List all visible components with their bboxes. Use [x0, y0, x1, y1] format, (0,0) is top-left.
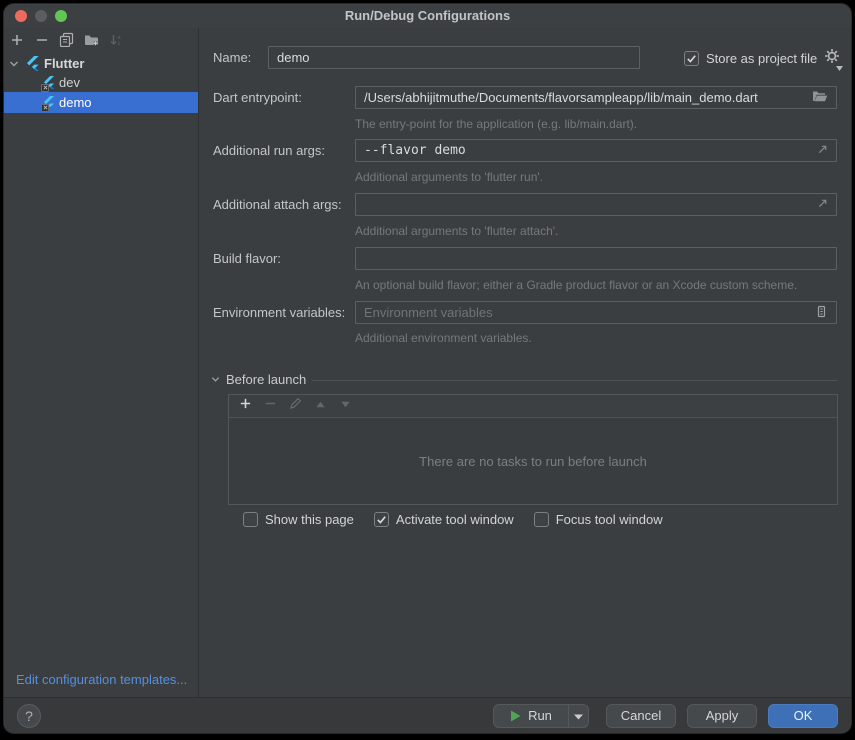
- sort-configurations-button[interactable]: az: [104, 32, 129, 52]
- attach-args-input[interactable]: [355, 193, 837, 216]
- before-launch-toolbar: [229, 395, 837, 418]
- before-launch-title: Before launch: [226, 372, 306, 387]
- ok-button[interactable]: OK: [768, 704, 838, 728]
- section-divider: [312, 380, 838, 381]
- copy-configuration-button[interactable]: [54, 32, 79, 52]
- run-button[interactable]: Run: [494, 705, 568, 727]
- store-as-project-file-label: Store as project file: [706, 51, 817, 66]
- sidebar-toolbar: az: [4, 31, 198, 53]
- add-configuration-button[interactable]: [4, 32, 29, 52]
- svg-text:z: z: [118, 41, 121, 47]
- apply-button[interactable]: Apply: [687, 704, 757, 728]
- expand-arrow-icon: [817, 143, 828, 158]
- cancel-button[interactable]: Cancel: [606, 704, 676, 728]
- dart-entrypoint-input[interactable]: /Users/abhijitmuthe/Documents/flavorsamp…: [355, 86, 837, 109]
- triangle-down-icon: [340, 397, 351, 415]
- dropdown-caret-icon: [574, 707, 583, 725]
- add-task-button[interactable]: [233, 396, 258, 416]
- triangle-up-icon: [315, 397, 326, 415]
- run-debug-configurations-dialog: Run/Debug Configurations az: [4, 4, 851, 733]
- help-button[interactable]: ?: [17, 704, 41, 728]
- chevron-down-icon[interactable]: [4, 59, 24, 69]
- show-this-page-label: Show this page: [265, 512, 354, 527]
- configurations-sidebar: az Flutter dev: [4, 28, 199, 697]
- focus-tool-window-label: Focus tool window: [556, 512, 663, 527]
- copy-icon: [59, 32, 74, 52]
- new-folder-icon: [84, 33, 100, 52]
- run-args-label: Additional run args:: [213, 143, 325, 158]
- build-flavor-label: Build flavor:: [213, 251, 281, 266]
- edit-env-vars-button[interactable]: [815, 305, 828, 321]
- sort-az-icon: az: [109, 33, 124, 52]
- tree-node-flutter[interactable]: Flutter: [4, 54, 198, 73]
- show-this-page-checkbox[interactable]: Show this page: [243, 512, 354, 527]
- dialog-footer: ? Run Cancel Apply OK: [4, 697, 851, 733]
- activate-tool-window-label: Activate tool window: [396, 512, 514, 527]
- run-options-dropdown-button[interactable]: [568, 705, 588, 727]
- remove-task-button[interactable]: [258, 396, 283, 416]
- question-mark-icon: ?: [25, 708, 33, 724]
- flutter-config-icon: [43, 96, 57, 110]
- env-vars-input[interactable]: Environment variables: [355, 301, 837, 324]
- run-button-label: Run: [528, 708, 552, 723]
- window-title: Run/Debug Configurations: [4, 8, 851, 23]
- flutter-config-icon: [43, 76, 57, 90]
- plus-icon: [10, 33, 24, 52]
- config-file-badge-icon: [41, 104, 49, 112]
- before-launch-empty-text: There are no tasks to run before launch: [229, 418, 837, 504]
- pencil-icon: [289, 397, 302, 415]
- run-args-help: Additional arguments to 'flutter run'.: [355, 170, 543, 184]
- config-file-badge-icon: [41, 84, 49, 92]
- minus-icon: [264, 397, 277, 415]
- tree-node-dev[interactable]: dev: [4, 73, 198, 92]
- tree-node-demo[interactable]: demo: [4, 92, 198, 113]
- play-icon: [510, 710, 521, 722]
- attach-args-help: Additional arguments to 'flutter attach'…: [355, 224, 558, 238]
- remove-configuration-button[interactable]: [29, 32, 54, 52]
- plus-icon: [239, 397, 252, 415]
- tree-node-label: demo: [59, 95, 92, 110]
- chevron-down-icon: [211, 375, 220, 384]
- expand-arrow-icon: [817, 197, 828, 212]
- dart-entrypoint-help: The entry-point for the application (e.g…: [355, 117, 637, 131]
- expand-field-button[interactable]: [817, 143, 828, 158]
- dart-entrypoint-label: Dart entrypoint:: [213, 90, 302, 105]
- env-vars-label: Environment variables:: [213, 305, 345, 320]
- build-flavor-input[interactable]: [355, 247, 837, 270]
- store-as-project-file-checkbox[interactable]: Store as project file: [684, 51, 817, 66]
- name-label: Name:: [213, 50, 251, 65]
- run-args-value: --flavor demo: [364, 143, 811, 158]
- name-input[interactable]: demo: [268, 46, 640, 69]
- env-vars-help: Additional environment variables.: [355, 331, 532, 345]
- browse-folder-button[interactable]: [812, 90, 828, 106]
- attach-args-label: Additional attach args:: [213, 197, 342, 212]
- edit-task-button[interactable]: [283, 396, 308, 416]
- flutter-logo-icon: [24, 56, 44, 71]
- before-launch-section-header[interactable]: Before launch: [211, 372, 306, 387]
- configuration-form: Name: demo Store as project file Dart en…: [200, 28, 851, 697]
- configurations-tree: Flutter dev demo: [4, 54, 198, 113]
- run-args-input[interactable]: --flavor demo: [355, 139, 837, 162]
- expand-field-button[interactable]: [817, 197, 828, 212]
- tree-node-label: Flutter: [44, 56, 84, 71]
- before-launch-tasks-panel: There are no tasks to run before launch: [228, 394, 838, 505]
- tree-node-label: dev: [59, 75, 80, 90]
- edit-configuration-templates-link[interactable]: Edit configuration templates...: [16, 672, 187, 687]
- focus-tool-window-checkbox[interactable]: Focus tool window: [534, 512, 663, 527]
- new-folder-button[interactable]: [79, 32, 104, 52]
- dropdown-caret-icon: [836, 66, 843, 71]
- run-split-button: Run: [493, 704, 589, 728]
- variables-list-icon: [815, 305, 828, 321]
- project-file-settings-button[interactable]: [824, 48, 840, 69]
- env-vars-placeholder: Environment variables: [364, 305, 809, 320]
- title-bar: Run/Debug Configurations: [4, 4, 851, 28]
- build-flavor-help: An optional build flavor; either a Gradl…: [355, 278, 797, 292]
- open-folder-icon: [812, 90, 828, 106]
- minus-icon: [35, 33, 49, 52]
- move-task-up-button[interactable]: [308, 396, 333, 416]
- dart-entrypoint-value: /Users/abhijitmuthe/Documents/flavorsamp…: [364, 90, 806, 105]
- move-task-down-button[interactable]: [333, 396, 358, 416]
- activate-tool-window-checkbox[interactable]: Activate tool window: [374, 512, 514, 527]
- name-value: demo: [277, 50, 631, 65]
